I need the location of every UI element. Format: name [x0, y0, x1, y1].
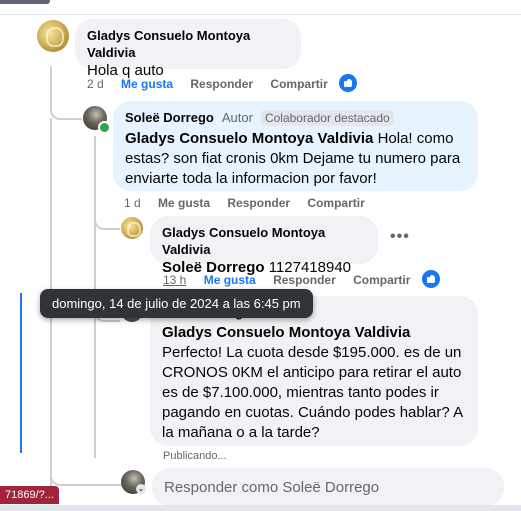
thread-connector [50, 440, 122, 486]
reply-button[interactable]: Responder [273, 273, 336, 287]
comment-time[interactable]: 13 h [163, 273, 186, 287]
comment-actions: 2 d Me gusta Responder Compartir [87, 77, 342, 91]
status-url: 71869/?... [0, 486, 59, 504]
comment-actions: 13 h Me gusta Responder Compartir [163, 273, 424, 287]
share-button[interactable]: Compartir [353, 273, 410, 287]
avatar[interactable] [121, 217, 143, 239]
like-reaction-icon[interactable] [422, 270, 440, 288]
comment-actions: 1 d Me gusta Responder Compartir [124, 196, 379, 210]
like-reaction-icon[interactable] [339, 74, 357, 92]
comment-time[interactable]: 1 d [124, 196, 141, 210]
thread-connector [50, 70, 82, 120]
comment-author[interactable]: Soleë Dorrego [125, 109, 214, 126]
mention-link[interactable]: Gladys Consuelo Montoya Valdivia [125, 130, 373, 147]
comment-bubble: Soleë Dorrego Gladys Consuelo Montoya Va… [150, 296, 478, 446]
comment-body: Perfecto! La cuota desde $195.000. es de… [162, 344, 463, 441]
avatar[interactable] [37, 20, 69, 52]
reply-button[interactable]: Responder [190, 77, 253, 91]
comment-bubble: Soleë Dorrego Autor Colaborador destacad… [113, 101, 478, 191]
thread-connector [94, 190, 120, 230]
comment-bubble: Gladys Consuelo Montoya Valdivia Hola q … [75, 19, 301, 79]
chevron-down-icon[interactable]: ⌄ [136, 484, 146, 494]
comment-text: Gladys Consuelo Montoya Valdivia Hola! c… [125, 129, 466, 189]
top-bar [0, 0, 521, 15]
reply-button[interactable]: Responder [227, 196, 290, 210]
thread-focus-line [20, 293, 22, 453]
reply-input[interactable] [152, 468, 504, 506]
like-button[interactable]: Me gusta [158, 196, 210, 210]
comment-text: Gladys Consuelo Montoya Valdivia Perfect… [162, 323, 466, 443]
share-button[interactable]: Compartir [307, 196, 364, 210]
top-tab-remnant [0, 0, 50, 4]
more-options-icon[interactable]: ••• [390, 228, 410, 246]
contributor-badge: Colaborador destacado [260, 109, 394, 126]
author-tag: Autor [221, 110, 253, 125]
publishing-status: Publicando... [163, 450, 227, 462]
timestamp-tooltip: domingo, 14 de julio de 2024 a las 6:45 … [40, 289, 313, 318]
comment-time[interactable]: 2 d [87, 77, 104, 91]
thread-line [50, 118, 52, 293]
like-button[interactable]: Me gusta [121, 77, 173, 91]
share-button[interactable]: Compartir [270, 77, 327, 91]
online-status-icon [98, 121, 111, 134]
horizontal-scrollbar[interactable] [0, 505, 521, 511]
comment-author[interactable]: Gladys Consuelo Montoya Valdivia [162, 224, 366, 258]
comment-author[interactable]: Gladys Consuelo Montoya Valdivia [87, 27, 289, 61]
reply-input-container [152, 468, 504, 506]
mention-link[interactable]: Gladys Consuelo Montoya Valdivia [162, 324, 410, 341]
like-button[interactable]: Me gusta [204, 273, 256, 287]
comment-bubble: Gladys Consuelo Montoya Valdivia Soleë D… [150, 216, 378, 276]
